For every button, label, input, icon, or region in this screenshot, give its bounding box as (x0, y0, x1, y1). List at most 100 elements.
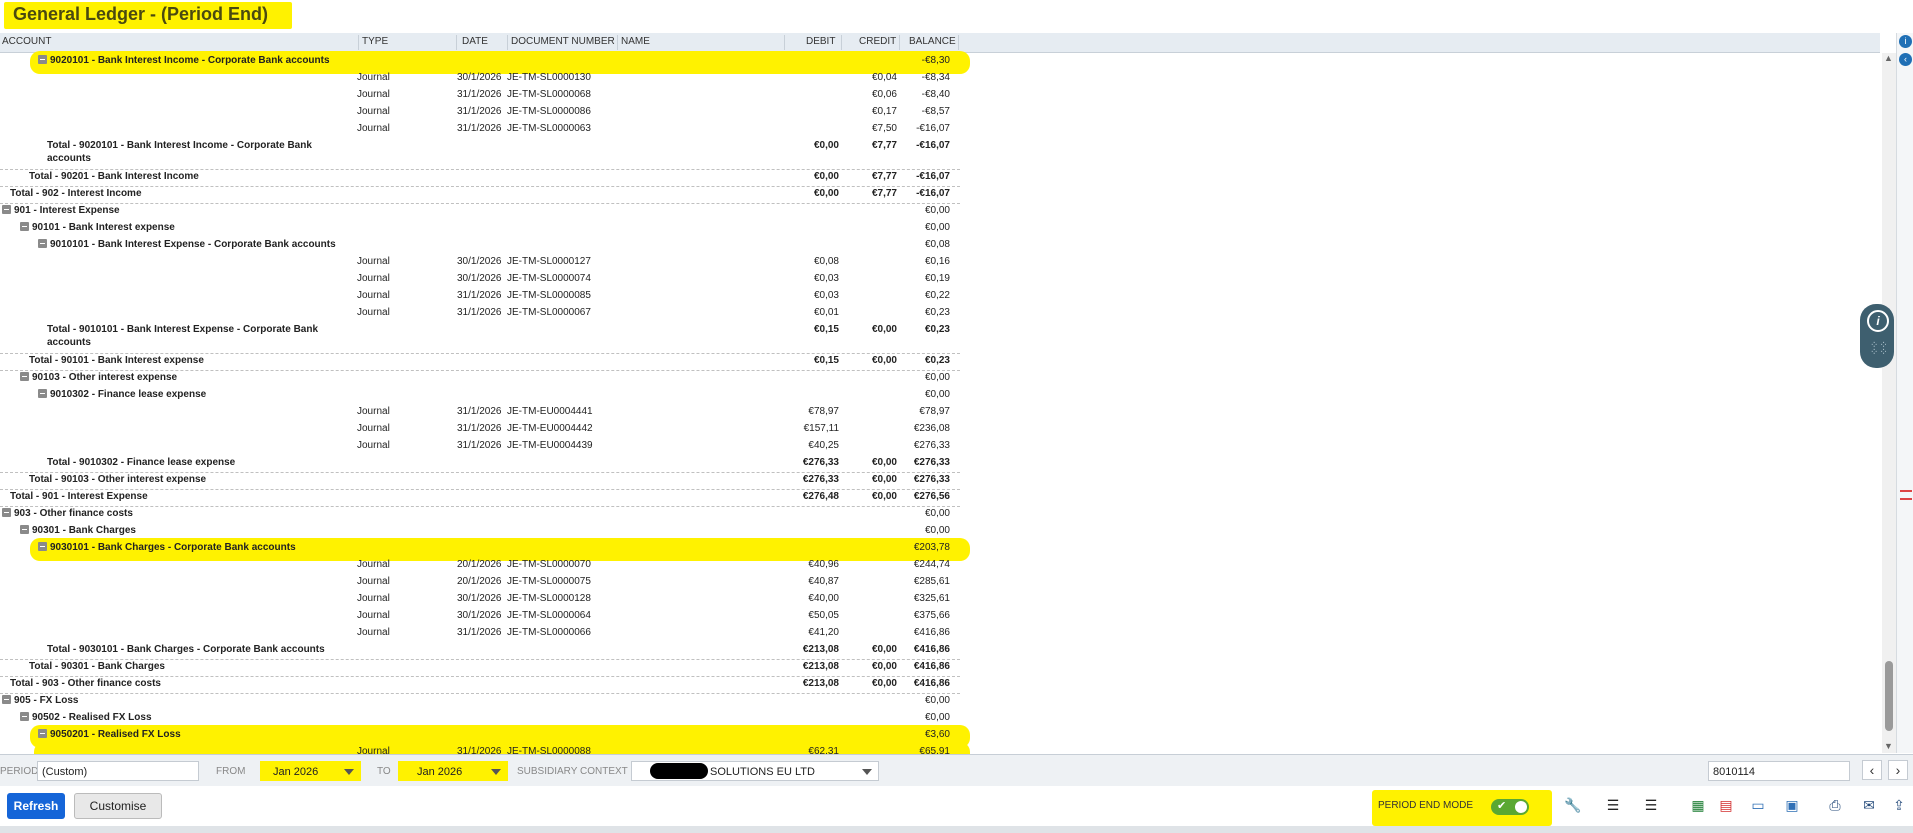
col-name[interactable]: NAME (621, 36, 650, 47)
table-row[interactable]: Journal 30/1/2026 JE-TM-SL0000064 €50,05 €37… (0, 608, 960, 625)
collapse-toggle-icon[interactable] (38, 239, 47, 248)
account-group-row[interactable]: 9020101 - Bank Interest Income - Corpora… (0, 51, 970, 74)
period-field[interactable]: (Custom) (37, 761, 199, 781)
table-row[interactable]: Journal 31/1/2026 JE-TM-SL0000086 €0,17 -€8,… (0, 104, 960, 121)
col-separator (456, 35, 457, 50)
vertical-scrollbar[interactable]: ▲ ▼ (1882, 53, 1896, 753)
collapse-toggle-icon[interactable] (2, 205, 11, 214)
table-row[interactable]: Journal 31/1/2026 JE-TM-SL0000085 €0,03 €0,2… (0, 288, 960, 305)
period-end-mode-toggle[interactable]: ✔ (1491, 799, 1529, 815)
collapse-toggle-icon[interactable] (2, 508, 11, 517)
scroll-thumb[interactable] (1885, 661, 1893, 731)
document-number-cell: JE-TM-SL0000070 (507, 559, 591, 570)
wrench-icon[interactable]: 🔧 (1564, 796, 1582, 814)
total-row[interactable]: Total - 90301 - Bank Charges €213,08 €0,00… (0, 659, 960, 677)
col-document-number[interactable]: DOCUMENT NUMBER (511, 36, 615, 47)
col-account[interactable]: ACCOUNT (2, 36, 51, 47)
account-group-row[interactable]: 9010101 - Bank Interest Expense - Corpor… (0, 237, 960, 254)
collapse-toggle-icon[interactable] (20, 525, 29, 534)
outdent-icon[interactable]: ☰ (1642, 796, 1660, 814)
total-row[interactable]: Total - 903 - Other finance costs €213,08… (0, 676, 960, 694)
col-separator (358, 35, 359, 50)
info-icon[interactable]: i (1899, 35, 1912, 48)
grip-dots-icon[interactable]: ⁘⁘ ⁘⁘ (1870, 341, 1888, 358)
collapse-toggle-icon[interactable] (38, 542, 47, 551)
customise-button[interactable]: Customise (74, 793, 162, 819)
account-group-row[interactable]: 9010302 - Finance lease expense €0,00 (0, 387, 960, 404)
indent-icon[interactable]: ☰ (1604, 796, 1622, 814)
col-balance[interactable]: BALANCE (909, 36, 956, 47)
table-row[interactable]: Journal 31/1/2026 JE-TM-SL0000068 €0,06 -€8,… (0, 87, 960, 104)
table-row[interactable]: Journal 30/1/2026 JE-TM-SL0000127 €0,08 €0,1… (0, 254, 960, 271)
collapse-toggle-icon[interactable] (20, 222, 29, 231)
table-row[interactable]: Journal 31/1/2026 JE-TM-SL0000066 €41,20 €41… (0, 625, 960, 642)
excel-icon[interactable]: ▦ (1689, 796, 1707, 814)
balance-cell: €276,33 (913, 457, 950, 468)
table-row[interactable]: Journal 31/1/2026 JE-TM-EU0004442 €157,11 €2… (0, 421, 960, 438)
pdf-icon[interactable]: ▤ (1717, 796, 1735, 814)
print-icon[interactable]: ⎙ (1826, 796, 1844, 814)
col-type[interactable]: TYPE (362, 36, 388, 47)
table-row[interactable]: Journal 30/1/2026 JE-TM-SL0000128 €40,00 €32… (0, 591, 960, 608)
table-row[interactable]: Journal 30/1/2026 JE-TM-SL0000074 €0,03 €0,1… (0, 271, 960, 288)
total-row[interactable]: Total - 9010101 - Bank Interest Expense … (0, 322, 960, 354)
col-debit[interactable]: DEBIT (806, 36, 835, 47)
col-date[interactable]: DATE (462, 36, 488, 47)
total-row[interactable]: Total - 9010302 - Finance lease expense €… (0, 455, 960, 473)
from-select[interactable]: Jan 2026 (260, 761, 361, 781)
email-icon[interactable]: ✉ (1860, 796, 1878, 814)
scroll-down-arrow-icon[interactable]: ▼ (1884, 741, 1893, 751)
total-row[interactable]: Total - 902 - Interest Income €0,00 €7,77 -… (0, 186, 960, 204)
balance-cell: -€8,57 (921, 106, 950, 117)
total-row[interactable]: Total - 9020101 - Bank Interest Income -… (0, 138, 960, 170)
table-row[interactable]: Journal 30/1/2026 JE-TM-SL0000130 €0,04 -€8,… (0, 70, 960, 87)
account-group-row[interactable]: 903 - Other finance costs €0,00 (0, 506, 960, 523)
date-cell: 31/1/2026 (457, 89, 502, 100)
debit-cell: €78,97 (808, 406, 839, 417)
collapse-toggle-icon[interactable] (2, 695, 11, 704)
table-row[interactable]: Journal 20/1/2026 JE-TM-SL0000070 €40,96 €24… (0, 557, 960, 574)
search-field[interactable]: 8010114 (1708, 761, 1850, 781)
total-row[interactable]: Total - 9030101 - Bank Charges - Corpora… (0, 642, 960, 660)
date-cell: 31/1/2026 (457, 627, 502, 638)
total-row[interactable]: Total - 90201 - Bank Interest Income €0,0… (0, 169, 960, 187)
scroll-up-arrow-icon[interactable]: ▲ (1884, 53, 1893, 63)
account-group-row[interactable]: 9030101 - Bank Charges - Corporate Bank … (0, 538, 970, 561)
table-row[interactable]: Journal 31/1/2026 JE-TM-EU0004441 €78,97 €78… (0, 404, 960, 421)
col-credit[interactable]: CREDIT (859, 36, 896, 47)
account-group-row[interactable]: 905 - FX Loss €0,00 (0, 693, 960, 710)
total-row[interactable]: Total - 90103 - Other interest expense €2… (0, 472, 960, 490)
title-bar: General Ledger - (Period End) (0, 0, 1913, 33)
balance-cell: €325,61 (913, 593, 950, 604)
table-row[interactable]: Journal 20/1/2026 JE-TM-SL0000075 €40,87 €28… (0, 574, 960, 591)
date-cell: 31/1/2026 (457, 406, 502, 417)
total-row[interactable]: Total - 90101 - Bank Interest expense €0,… (0, 353, 960, 371)
total-row[interactable]: Total - 901 - Interest Expense €276,48 €0,… (0, 489, 960, 507)
from-value: Jan 2026 (273, 766, 319, 778)
help-info-icon[interactable]: i (1867, 310, 1889, 332)
table-row[interactable]: Journal 31/1/2026 JE-TM-SL0000067 €0,01 €0,2… (0, 305, 960, 322)
table-row[interactable]: Journal 31/1/2026 JE-TM-SL0000063 €7,50 -€16… (0, 121, 960, 138)
account-group-row[interactable]: 90103 - Other interest expense €0,00 (0, 370, 960, 387)
refresh-button[interactable]: Refresh (7, 793, 65, 819)
account-group-row[interactable]: 90101 - Bank Interest expense €0,00 (0, 220, 960, 237)
collapse-toggle-icon[interactable] (20, 372, 29, 381)
collapse-toggle-icon[interactable] (38, 729, 47, 738)
next-icon[interactable]: › (1888, 760, 1908, 780)
collapse-toggle-icon[interactable] (20, 712, 29, 721)
collapse-panel-icon[interactable]: ‹ (1899, 53, 1912, 66)
collapse-toggle-icon[interactable] (38, 389, 47, 398)
previous-icon[interactable]: ‹ (1862, 760, 1882, 780)
date-cell: 31/1/2026 (457, 423, 502, 434)
account-group-row[interactable]: 901 - Interest Expense €0,00 (0, 203, 960, 220)
collapse-toggle-icon[interactable] (38, 55, 47, 64)
table-row[interactable]: Journal 31/1/2026 JE-TM-EU0004439 €40,25 €27… (0, 438, 960, 455)
to-select[interactable]: Jan 2026 (398, 761, 508, 781)
help-widget[interactable]: i ⁘⁘ ⁘⁘ (1860, 304, 1894, 368)
doc-icon[interactable]: ▭ (1749, 796, 1767, 814)
date-cell: 30/1/2026 (457, 273, 502, 284)
document-number-cell: JE-TM-SL0000074 (507, 273, 591, 284)
word-icon[interactable]: ▣ (1783, 796, 1801, 814)
export-icon[interactable]: ⇪ (1890, 796, 1908, 814)
col-separator (507, 35, 508, 50)
